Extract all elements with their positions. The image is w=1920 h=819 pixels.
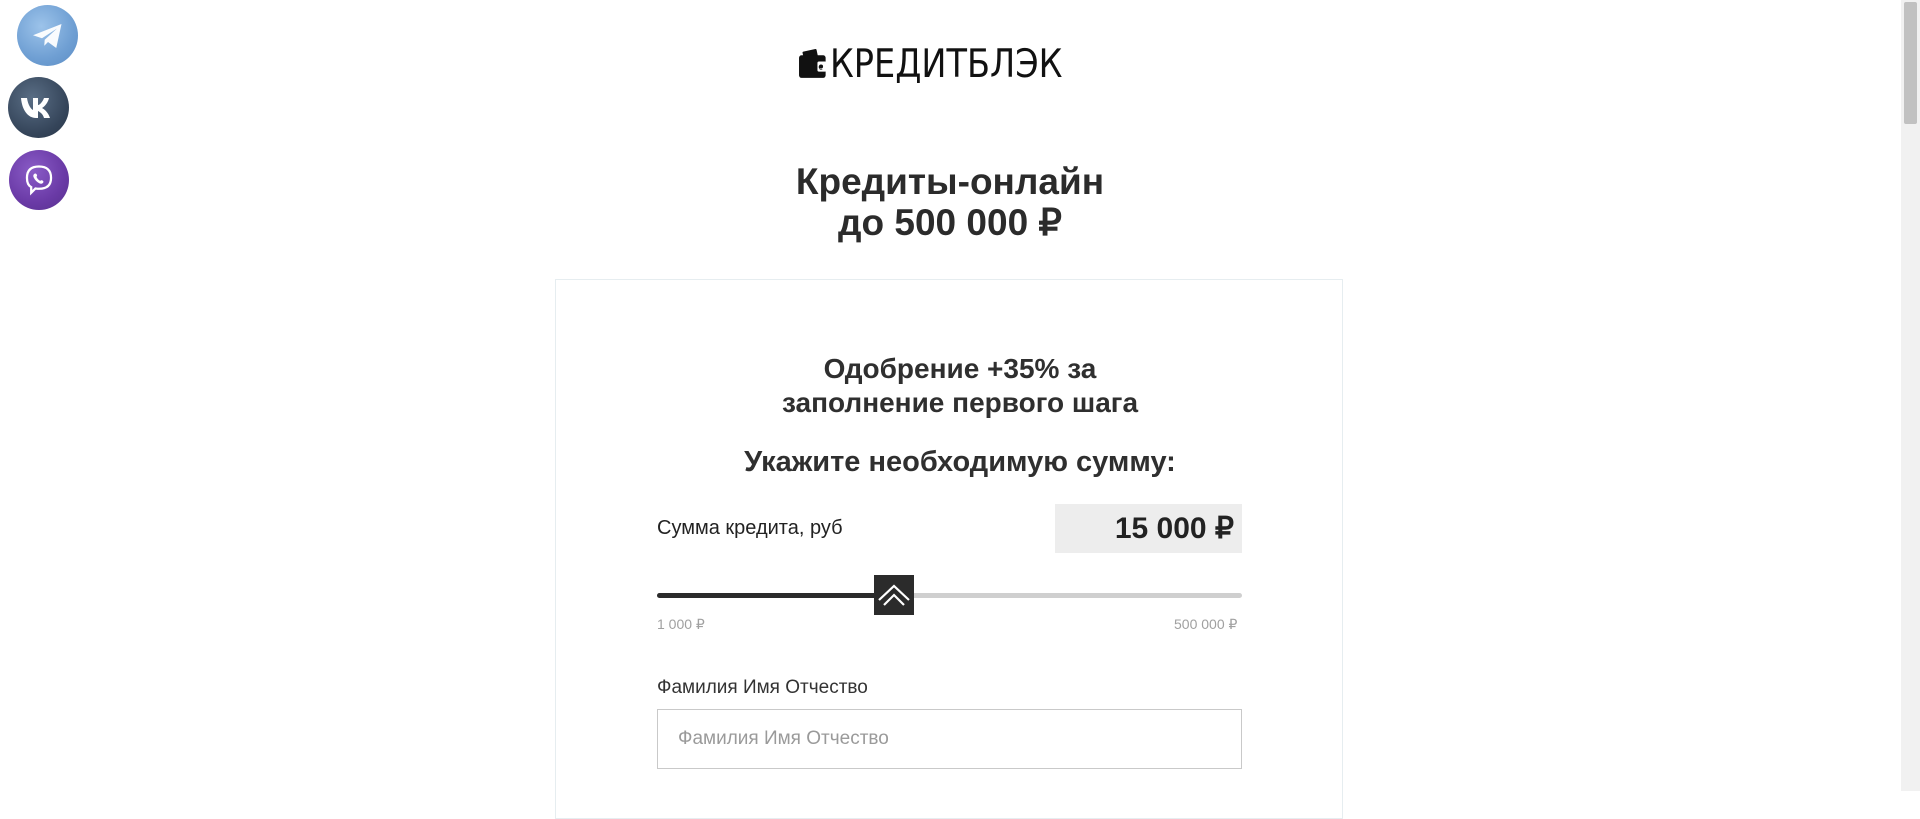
amount-value[interactable]: 15 000 ₽ <box>1055 504 1242 553</box>
amount-slider-track[interactable] <box>657 593 1242 598</box>
slider-max-label: 500 000 ₽ <box>1174 616 1238 632</box>
slider-min-label: 1 000 ₽ <box>657 616 705 632</box>
hero-line-1: Кредиты-онлайн <box>795 161 1105 202</box>
scrollbar-thumb[interactable] <box>1904 2 1917 124</box>
fio-input[interactable] <box>657 709 1242 769</box>
form-title-line-2: заполнение первого шага <box>781 387 1139 418</box>
form-title-line-1: Одобрение +35% за <box>823 353 1097 384</box>
logo-text: КРЕДИТБЛЭК <box>829 41 1063 87</box>
amount-slider-thumb[interactable] <box>874 575 914 615</box>
telegram-button[interactable] <box>17 5 78 66</box>
hero-line-2: до 500 000 ₽ <box>838 202 1062 243</box>
amount-slider-fill <box>657 593 891 598</box>
form-subtitle: Укажите необходимую сумму: <box>744 446 1176 478</box>
vk-icon <box>20 97 50 118</box>
brand-logo[interactable]: € КРЕДИТБЛЭК <box>798 34 1100 94</box>
fio-label: Фамилия Имя Отчество <box>657 677 868 698</box>
wallet-icon: € <box>799 48 827 78</box>
chevron-up-icon <box>878 584 910 606</box>
telegram-icon <box>32 23 61 48</box>
amount-label: Сумма кредита, руб <box>657 517 843 539</box>
page-scrollbar[interactable] <box>1901 0 1920 791</box>
form-title: Одобрение +35% за заполнение первого шаг… <box>0 352 1920 420</box>
vk-button[interactable] <box>8 77 69 138</box>
svg-text:€: € <box>818 64 822 72</box>
page-title: Кредиты-онлайн до 500 000 ₽ <box>0 161 1900 243</box>
